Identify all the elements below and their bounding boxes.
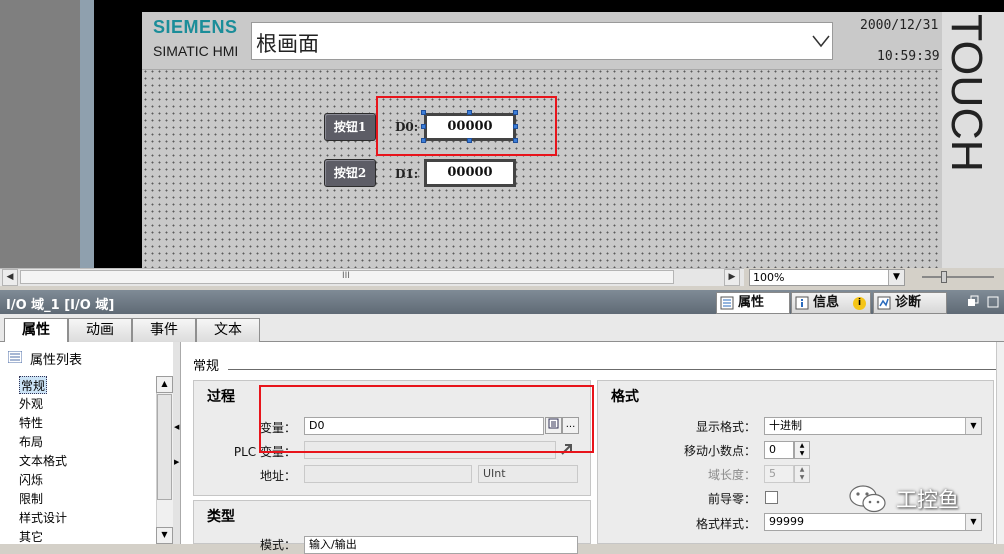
screen-selector[interactable] <box>251 22 833 60</box>
maximize-icon <box>987 296 999 308</box>
touch-label: TOUCH <box>942 14 988 172</box>
format-pattern-label: 格式样式： <box>695 517 756 531</box>
siemens-logo: SIEMENS <box>153 17 238 37</box>
address-type-field: UInt <box>478 465 578 483</box>
display-format-label: 显示格式： <box>695 420 756 434</box>
nav-item-flashing[interactable]: 闪烁 <box>19 471 43 489</box>
mode-select[interactable]: 输入/输出 <box>304 536 578 554</box>
scroll-right-icon[interactable]: ▶ <box>724 269 740 286</box>
scroll-down-icon[interactable]: ▼ <box>156 527 173 544</box>
hmi-button-2[interactable]: 按钮2 <box>324 159 376 187</box>
decimal-places-input[interactable]: 0 <box>764 441 794 459</box>
mode-label: 模式： <box>259 538 296 552</box>
nav-item-styles[interactable]: 样式设计 <box>19 509 67 527</box>
screen-selector-value: 根画面 <box>256 32 319 56</box>
field-length-label: 域长度： <box>707 468 756 482</box>
hmi-button-1[interactable]: 按钮1 <box>324 113 376 141</box>
format-pattern-select[interactable]: 99999 <box>764 513 982 531</box>
format-title: 格式 <box>611 389 639 405</box>
type-title: 类型 <box>207 509 235 525</box>
nav-item-layout[interactable]: 布局 <box>19 433 43 451</box>
nav-item-misc[interactable]: 其它 <box>19 528 43 546</box>
window-controls[interactable] <box>966 295 1000 309</box>
device-frame-edge <box>80 0 94 268</box>
format-pattern-value: 99999 <box>769 515 804 528</box>
chevron-down-icon[interactable]: ▼ <box>965 418 981 434</box>
nav-item-general[interactable]: 常规 <box>19 376 48 394</box>
tab-diagnostics[interactable]: 诊断 <box>873 292 947 314</box>
nav-item-characteristics[interactable]: 特性 <box>19 414 43 432</box>
hmi-date: 2000/12/31 <box>860 18 939 33</box>
leading-zeros-label: 前导零： <box>707 492 756 506</box>
expand-right-icon[interactable]: ▶ <box>174 458 179 466</box>
hmi-time: 10:59:39 <box>877 49 940 64</box>
collapse-left-icon[interactable]: ◀ <box>174 423 179 431</box>
field-length-stepper: ▲ ▼ <box>794 465 810 483</box>
restore-icon <box>968 295 979 306</box>
chevron-down-icon[interactable]: ▼ <box>888 270 904 285</box>
chevron-down-icon[interactable] <box>812 34 830 48</box>
info-warning-icon: i <box>853 297 866 310</box>
section-divider <box>228 369 998 370</box>
nav-item-limits[interactable]: 限制 <box>19 490 43 508</box>
section-title: 常规 <box>193 359 220 374</box>
address-label: 地址： <box>259 469 296 483</box>
leading-zeros-checkbox[interactable] <box>765 491 778 504</box>
nav-item-appearance[interactable]: 外观 <box>19 395 43 413</box>
property-list-icon <box>8 351 22 363</box>
increment-icon: ▲ <box>799 442 805 449</box>
scroll-left-icon[interactable]: ◀ <box>2 269 18 286</box>
zoom-slider-thumb[interactable] <box>941 271 947 283</box>
process-title: 过程 <box>207 389 235 405</box>
io-field-d1[interactable]: 00000 <box>424 159 516 187</box>
subtab-animations[interactable]: 动画 <box>68 318 132 342</box>
decrement-icon: ▼ <box>799 450 805 457</box>
simatic-hmi-label: SIMATIC HMI <box>153 43 239 59</box>
decimal-places-label: 移动小数点： <box>683 444 756 458</box>
tab-properties-label: 属性 <box>738 295 765 310</box>
info-icon <box>795 296 809 310</box>
decimal-places-stepper[interactable]: ▲ ▼ <box>794 441 810 459</box>
diagnostics-icon <box>877 296 891 310</box>
field-length-input: 5 <box>764 465 794 483</box>
tab-properties[interactable]: 属性 <box>716 292 790 314</box>
display-format-select[interactable]: 十进制 <box>764 417 982 435</box>
chevron-down-icon[interactable]: ▼ <box>965 514 981 530</box>
properties-icon <box>720 296 734 310</box>
zoom-select[interactable]: 100% <box>749 269 905 286</box>
subtab-events[interactable]: 事件 <box>132 318 196 342</box>
inspector-title: I/O 域_1 [I/O 域] <box>6 298 115 313</box>
subtab-properties[interactable]: 属性 <box>4 318 68 343</box>
nav-item-text-format[interactable]: 文本格式 <box>19 452 67 470</box>
highlight-box-variable <box>259 385 594 453</box>
subtab-texts[interactable]: 文本 <box>196 318 260 342</box>
properties-scrollbar[interactable] <box>996 342 1004 544</box>
scroll-up-icon[interactable]: ▲ <box>156 376 173 393</box>
pane-divider[interactable] <box>173 342 181 544</box>
display-format-value: 十进制 <box>769 419 802 432</box>
touch-text: TOUCH <box>942 14 988 172</box>
address-field <box>304 465 472 483</box>
increment-icon: ▲ <box>799 466 805 473</box>
wechat-icon <box>849 485 886 513</box>
decrement-icon: ▼ <box>799 474 805 481</box>
tab-diagnostics-label: 诊断 <box>895 295 922 310</box>
scrollbar-grip: III <box>342 271 350 281</box>
highlight-box-io-field <box>376 96 557 156</box>
nav-scrollbar-thumb[interactable] <box>157 394 172 500</box>
watermark-text: 工控鱼 <box>896 488 959 512</box>
io-label-d1: D1: <box>395 167 419 181</box>
tab-info-label: 信息 <box>813 295 840 310</box>
zoom-slider-track[interactable] <box>922 276 994 278</box>
property-list-header: 属性列表 <box>30 353 83 368</box>
